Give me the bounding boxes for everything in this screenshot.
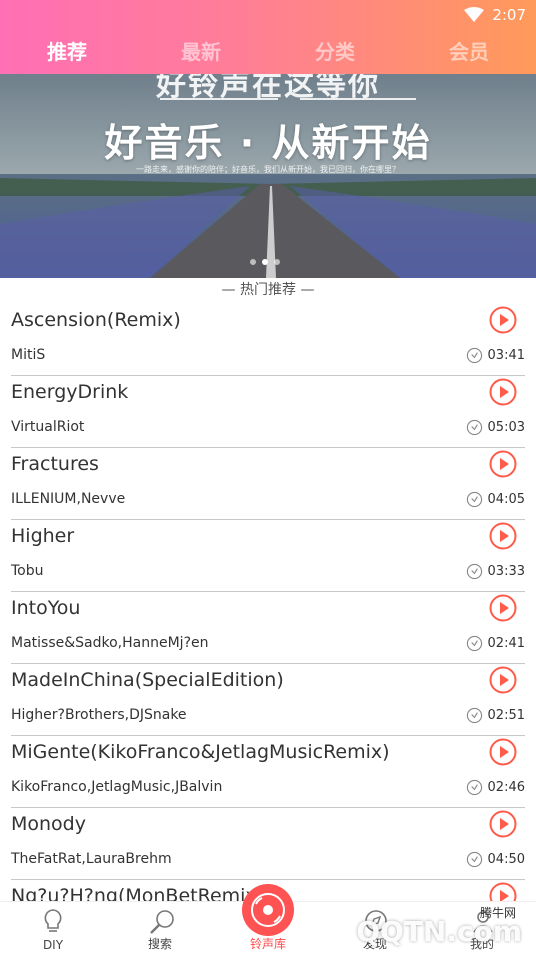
song-duration-text: 02:46 [487,780,525,795]
top-header: 2:07 推荐 最新 分类 会员 [0,0,536,74]
song-duration-text: 04:50 [487,852,525,867]
clock-icon [466,563,482,580]
song-artist: TheFatRat,LauraBrehm [11,851,172,867]
ringtone-library-disc-icon[interactable] [242,884,294,936]
watermark-small: 腾牛网 [479,906,516,920]
banner-dot[interactable] [274,259,280,265]
song-row[interactable]: Fractures ILLENIUM,Nevve 04:05 [11,448,525,520]
clock-icon [466,491,482,508]
song-title: MiGente(KikoFranco&JetlagMusicRemix) [11,741,390,763]
song-title: Fractures [11,453,99,475]
song-artist: ILLENIUM,Nevve [11,491,126,507]
song-artist: Matisse&Sadko,HanneMj?en [11,635,209,651]
search-icon [150,910,174,934]
clock-icon [466,635,482,652]
song-title: Higher [11,525,75,547]
song-row[interactable]: EnergyDrink VirtualRiot 05:03 [11,376,525,448]
song-duration: 03:41 [466,347,525,364]
nav-search[interactable]: 搜索 [115,902,205,954]
section-title: — 热门推荐 — [221,282,315,298]
banner[interactable]: 好铃声在这等你 好音乐 · 从新开始 一路走来，感谢你的陪伴；好音乐，我们从新开… [0,74,536,278]
clock-icon [466,707,482,724]
watermark-logo: QQTN.com 腾牛网 [338,900,528,952]
clock-icon [466,419,482,436]
song-duration: 04:05 [466,491,525,508]
song-duration: 05:03 [466,419,525,436]
song-row[interactable]: MiGente(KikoFranco&JetlagMusicRemix) Kik… [11,736,525,808]
song-duration: 02:41 [466,635,525,652]
song-artist: Higher?Brothers,DJSnake [11,707,187,723]
song-title: MadeInChina(SpecialEdition) [11,669,284,691]
song-row[interactable]: IntoYou Matisse&Sadko,HanneMj?en 02:41 [11,592,525,664]
play-icon[interactable] [489,378,517,406]
banner-dot-active[interactable] [262,259,268,265]
nav-label-diy: DIY [42,938,64,952]
nav-label-ringtone-library: 铃声库 [249,937,286,951]
lightbulb-icon [44,909,62,932]
tab-recommend[interactable]: 推荐 [47,36,87,65]
song-row[interactable]: Monody TheFatRat,LauraBrehm 04:50 [11,808,525,880]
song-duration: 02:51 [466,707,525,724]
song-row[interactable]: Higher Tobu 03:33 [11,520,525,592]
banner-road-image [0,74,536,278]
song-duration-text: 04:05 [487,492,525,507]
wifi-icon [464,7,485,22]
banner-text-main: 好音乐 · 从新开始 [104,121,432,165]
banner-divider-left [160,98,278,100]
nav-diy[interactable]: DIY [8,902,98,954]
song-artist: Tobu [11,563,44,579]
top-tabs: 推荐 最新 分类 会员 [0,30,536,70]
play-icon[interactable] [489,810,517,838]
song-row[interactable]: Ascension(Remix) MitiS 03:41 [11,304,525,376]
song-duration: 02:46 [466,779,525,796]
play-icon[interactable] [489,594,517,622]
tab-latest[interactable]: 最新 [181,36,221,65]
song-duration-text: 03:33 [487,564,525,579]
song-duration-text: 03:41 [487,348,525,363]
song-row[interactable]: MadeInChina(SpecialEdition) Higher?Broth… [11,664,525,736]
song-title: Monody [11,813,86,835]
banner-pagination [250,259,280,265]
play-icon[interactable] [489,522,517,550]
status-bar: 2:07 [464,6,526,24]
banner-dot[interactable] [250,259,256,265]
play-icon[interactable] [489,450,517,478]
play-icon[interactable] [489,306,517,334]
song-duration: 04:50 [466,851,525,868]
play-icon[interactable] [489,738,517,766]
song-title: EnergyDrink [11,381,129,403]
song-list: Ascension(Remix) MitiS 03:41 EnergyDrink… [0,304,536,952]
song-duration-text: 02:41 [487,636,525,651]
song-artist: KikoFranco,JetlagMusic,JBalvin [11,779,223,795]
play-icon[interactable] [489,666,517,694]
tab-member[interactable]: 会员 [449,36,489,65]
song-duration-text: 05:03 [487,420,525,435]
song-duration-text: 02:51 [487,708,525,723]
song-artist: VirtualRiot [11,419,85,435]
banner-divider-right [300,98,416,100]
clock-icon [466,347,482,364]
nav-label-search: 搜索 [147,937,172,951]
song-title: IntoYou [11,597,81,619]
clock-icon [466,851,482,868]
status-time: 2:07 [492,6,526,24]
tab-category[interactable]: 分类 [315,36,355,65]
banner-text-small: 一路走来，感谢你的陪伴；好音乐，我们从新开始，我已回归，你在哪里？ [136,165,400,174]
song-artist: MitiS [11,347,46,363]
song-title: Ascension(Remix) [11,309,181,331]
song-duration: 03:33 [466,563,525,580]
clock-icon [466,779,482,796]
